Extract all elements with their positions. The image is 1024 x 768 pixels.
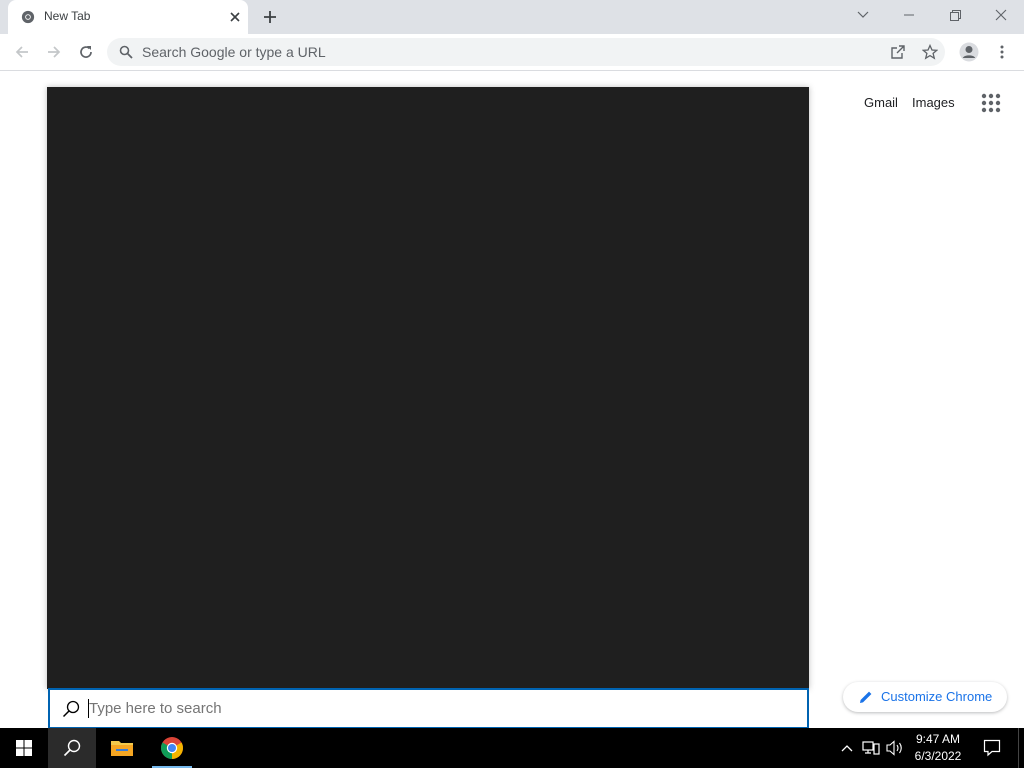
more-vert-icon	[1000, 45, 1004, 59]
customize-chrome-button[interactable]: Customize Chrome	[843, 682, 1007, 712]
profile-button[interactable]	[955, 38, 983, 66]
minimize-button[interactable]	[886, 0, 932, 30]
action-center-button[interactable]	[978, 728, 1006, 768]
customize-chrome-label: Customize Chrome	[881, 689, 993, 704]
folder-icon	[111, 741, 133, 756]
volume-button[interactable]	[886, 739, 904, 757]
text-caret	[88, 699, 89, 718]
chrome-icon	[161, 737, 183, 759]
restore-button[interactable]	[932, 0, 978, 30]
search-icon	[62, 700, 80, 718]
address-bar-placeholder: Search Google or type a URL	[142, 44, 326, 60]
share-icon	[891, 45, 905, 59]
start-button[interactable]	[0, 728, 48, 768]
notification-icon	[983, 739, 1001, 757]
clock-date: 6/3/2022	[914, 749, 962, 763]
close-window-button[interactable]	[978, 0, 1024, 30]
browser-toolbar: Search Google or type a URL	[0, 34, 1024, 71]
chevron-up-icon	[841, 745, 853, 752]
chrome-favicon-icon	[21, 10, 35, 24]
images-link[interactable]: Images	[912, 95, 955, 110]
pencil-icon	[860, 691, 872, 703]
network-icon	[862, 741, 880, 755]
star-icon	[922, 44, 938, 60]
search-icon	[119, 45, 133, 59]
show-hidden-icons-button[interactable]	[838, 739, 856, 757]
windows-search-input[interactable]	[87, 695, 789, 721]
reload-icon	[80, 46, 92, 58]
file-explorer-button[interactable]	[98, 728, 146, 768]
close-icon	[995, 9, 1007, 21]
clock-time: 9:47 AM	[915, 732, 961, 746]
back-button[interactable]	[8, 38, 36, 66]
bookmark-button[interactable]	[919, 42, 941, 62]
forward-button[interactable]	[40, 38, 68, 66]
search-icon	[63, 739, 81, 757]
share-button[interactable]	[887, 42, 909, 62]
back-arrow-icon	[15, 46, 28, 58]
search-flyout-panel	[47, 87, 809, 689]
speaker-icon	[886, 740, 902, 756]
taskbar-search-button[interactable]	[48, 728, 96, 768]
windows-logo-icon	[16, 740, 32, 756]
tab-title: New Tab	[44, 9, 91, 23]
forward-arrow-icon	[48, 46, 61, 58]
taskbar: 9:47 AM 6/3/2022	[0, 728, 1024, 768]
show-desktop-button[interactable]	[1018, 728, 1024, 768]
avatar-icon	[959, 42, 979, 62]
address-bar[interactable]: Search Google or type a URL	[107, 38, 945, 66]
tab-search-button[interactable]	[840, 0, 886, 30]
restore-icon	[949, 9, 961, 21]
chevron-down-icon	[857, 11, 869, 18]
tab-new-tab[interactable]: New Tab	[8, 0, 248, 34]
windows-search-box[interactable]	[48, 688, 809, 729]
plus-icon	[264, 11, 276, 23]
new-tab-button[interactable]	[258, 6, 282, 28]
reload-button[interactable]	[72, 38, 100, 66]
system-clock[interactable]: 9:47 AM 6/3/2022	[905, 731, 971, 765]
close-tab-icon[interactable]	[227, 9, 243, 25]
chrome-taskbar-button[interactable]	[148, 728, 196, 768]
network-button[interactable]	[862, 739, 880, 757]
menu-button[interactable]	[988, 38, 1016, 66]
tab-strip: New Tab	[0, 0, 1024, 34]
google-apps-icon[interactable]	[980, 92, 1002, 114]
gmail-link[interactable]: Gmail	[864, 95, 898, 110]
minimize-icon	[904, 14, 914, 16]
